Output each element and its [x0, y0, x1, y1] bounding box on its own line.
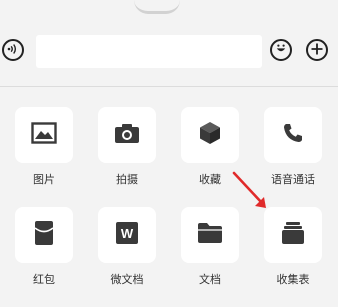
emoji-button[interactable]: [270, 39, 292, 61]
image-icon: [31, 122, 57, 148]
folder-icon: [197, 222, 223, 248]
tool-document-label: 文档: [199, 273, 221, 286]
tool-collection-form[interactable]: 收集表: [263, 207, 323, 287]
plus-icon: [310, 41, 324, 60]
tool-favorites-box[interactable]: [181, 107, 239, 163]
tool-favorites[interactable]: 收藏: [180, 107, 240, 187]
voice-button[interactable]: [2, 39, 24, 61]
emoji-icon: [273, 40, 289, 60]
tool-image-box[interactable]: [15, 107, 73, 163]
collection-form-icon: [281, 221, 305, 249]
tool-voice-call[interactable]: 语音通话: [263, 107, 323, 187]
tool-collection-form-label: 收集表: [276, 273, 310, 286]
tool-micro-doc-label: 微文档: [110, 273, 144, 286]
message-input[interactable]: [36, 35, 262, 68]
tool-camera-label: 拍摄: [116, 173, 138, 186]
tools-panel: 图片 拍摄 收藏 语音通话 红包 W 微文档 文档 收集表: [0, 87, 338, 307]
tool-document[interactable]: 文档: [180, 207, 240, 287]
tool-collection-form-box[interactable]: [264, 207, 322, 263]
drag-handle: [134, 0, 180, 14]
tool-image-label: 图片: [33, 173, 55, 186]
cube-icon: [198, 121, 222, 149]
tool-favorites-label: 收藏: [199, 173, 221, 186]
tool-camera-box[interactable]: [98, 107, 156, 163]
tool-red-envelope[interactable]: 红包: [14, 207, 74, 287]
camera-icon: [114, 122, 140, 148]
plus-button[interactable]: [306, 39, 328, 61]
word-doc-glyph: W: [121, 226, 134, 241]
word-doc-icon: W: [116, 222, 138, 248]
tool-micro-doc[interactable]: W 微文档: [97, 207, 157, 287]
phone-icon: [282, 122, 304, 148]
tool-image[interactable]: 图片: [14, 107, 74, 187]
input-bar: [0, 30, 338, 74]
tool-red-envelope-box[interactable]: [15, 207, 73, 263]
tool-camera[interactable]: 拍摄: [97, 107, 157, 187]
tool-red-envelope-label: 红包: [33, 273, 55, 286]
tool-micro-doc-box[interactable]: W: [98, 207, 156, 263]
red-envelope-icon: [34, 220, 54, 250]
tool-voice-call-label: 语音通话: [271, 173, 315, 186]
tool-voice-call-box[interactable]: [264, 107, 322, 163]
tool-document-box[interactable]: [181, 207, 239, 263]
voice-icon: [6, 41, 20, 60]
